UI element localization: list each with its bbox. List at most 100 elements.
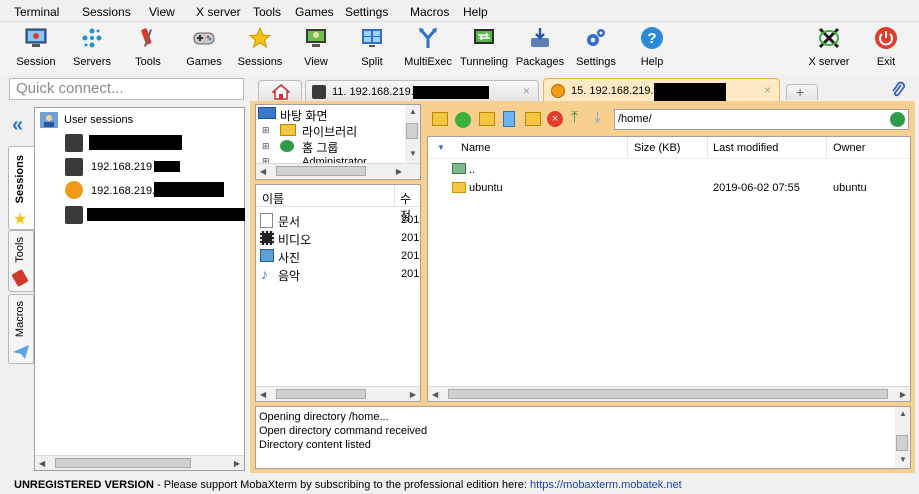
view-button[interactable]: View [302,24,330,72]
remote-list-header: ▼ Name Size (KB) Last modified Owner [428,137,910,159]
log-line: Open directory command received [259,425,428,437]
tunneling-button[interactable]: Tunneling [460,24,508,72]
session-item[interactable] [65,134,185,154]
open-folder-icon[interactable] [525,112,541,126]
sidetab-macros[interactable]: Macros [8,294,34,364]
menu-macros[interactable]: Macros [410,5,449,19]
games-button[interactable]: Games [186,24,222,72]
file-date: 2019 [401,232,420,244]
menu-settings[interactable]: Settings [345,5,388,19]
multiexec-button[interactable]: MultiExec [404,24,452,72]
packages-button[interactable]: Packages [516,24,564,72]
log-panel: Opening directory /home... Open director… [255,406,911,469]
desktop-icon [258,107,276,119]
help-button[interactable]: ? Help [638,24,666,72]
exit-button[interactable]: Exit [872,24,900,72]
list-item[interactable]: 문서 2019 [260,212,420,230]
tab-session-11[interactable]: 11. 192.168.219. × [305,80,539,102]
servers-button[interactable]: Servers [73,24,111,72]
list-item[interactable]: 비디오 2019 [260,230,420,248]
table-row[interactable]: .. [428,161,910,179]
mobaxterm-link[interactable]: https://mobaxterm.mobatek.net [530,479,682,491]
menu-games[interactable]: Games [295,5,334,19]
log-line: Directory content listed [259,439,371,451]
menu-help[interactable]: Help [463,5,488,19]
video-icon [260,231,274,245]
redaction [154,161,180,172]
horizontal-scrollbar[interactable]: ◀ ▶ [428,386,910,401]
file-modified: 2019-06-02 07:55 [713,182,800,194]
session-item[interactable]: 192.168.219. [65,181,235,201]
horizontal-scrollbar[interactable]: ◀ ▶ [256,163,420,178]
tools-icon [11,268,29,288]
sidetab-sessions-label: Sessions [14,155,26,204]
delete-icon[interactable]: × [547,111,563,127]
close-icon[interactable]: × [764,83,771,97]
exit-label: Exit [876,56,896,68]
table-row[interactable]: ubuntu 2019-06-02 07:55 ubuntu [428,179,910,197]
sidetab-macros-label: Macros [14,301,26,338]
session-item[interactable] [65,206,245,226]
local-list-header: 이름 수정 [256,185,420,223]
menu-view[interactable]: View [149,5,175,19]
side-tabs: « Sessions ★ Tools Macros [8,108,35,473]
menu-xserver[interactable]: X server [196,5,241,19]
column-header[interactable]: Last modified [713,142,778,154]
power-icon [875,27,897,49]
close-icon[interactable]: × [523,84,530,98]
redaction [654,83,726,102]
menu-tools[interactable]: Tools [253,5,281,19]
key-icon [65,134,83,152]
expand-icon[interactable]: ⊞ [262,141,270,152]
refresh-icon[interactable] [455,112,471,128]
star-icon [248,26,272,49]
tab-home[interactable] [258,80,302,102]
session-button[interactable]: Session [16,24,56,72]
vertical-scrollbar[interactable]: ▲ ▼ [405,105,420,163]
quick-connect-input[interactable]: Quick connect... [9,78,244,100]
column-header[interactable]: Size (KB) [634,142,680,154]
sidetab-sessions[interactable]: Sessions ★ [8,146,34,230]
paperclip-icon[interactable] [890,81,906,99]
tree-item[interactable]: 바탕 화면 [280,107,328,124]
horizontal-scrollbar[interactable]: ◀ ▶ [256,386,420,401]
parent-folder-icon[interactable] [432,112,448,126]
new-folder-icon[interactable] [479,112,495,126]
horizontal-scrollbar[interactable]: ◀ ▶ [35,455,244,470]
parent-folder-icon [452,163,466,174]
settings-button[interactable]: Settings [576,24,616,72]
menu-terminal[interactable]: Terminal [14,5,59,19]
collapse-icon[interactable]: « [12,114,23,137]
column-header[interactable]: Owner [833,142,865,154]
menu-sessions[interactable]: Sessions [82,5,131,19]
svg-text:?: ? [647,30,656,47]
split-icon [362,29,382,47]
download-icon[interactable]: ⤓ [594,109,601,127]
follow-terminal-icon[interactable] [890,112,905,127]
user-sessions-label: User sessions [64,114,134,126]
list-item[interactable]: ♪ 음악 2019 [260,266,420,284]
new-tab-button[interactable]: + [786,84,818,100]
sidetab-tools[interactable]: Tools [8,230,34,292]
new-file-icon[interactable] [503,111,515,127]
expand-icon[interactable]: ⊞ [262,125,270,136]
vertical-scrollbar[interactable]: ▲ ▼ [895,407,910,468]
sessions-button[interactable]: Sessions [238,24,282,72]
unregistered-label: UNREGISTERED VERSION [14,479,154,491]
split-button[interactable]: Split [358,24,386,72]
upload-icon[interactable]: ⤒ [571,109,578,127]
column-header[interactable]: 이름 [262,190,284,207]
view-icon [306,29,326,47]
send-icon [13,345,29,359]
session-item[interactable]: 192.168.219 [65,158,215,178]
column-header[interactable]: Name [461,142,490,154]
list-item[interactable]: 사진 2019 [260,248,420,266]
xserver-button[interactable]: X server [809,24,849,72]
tree-item[interactable]: 라이브러리 [302,123,357,140]
home-icon [272,84,290,100]
file-name: 음악 [278,269,301,283]
remote-path-input[interactable]: /home/ [614,109,909,130]
tab-session-15[interactable]: 15. 192.168.219. × [543,78,780,102]
tree-item[interactable]: 홈 그룹 [302,139,338,156]
tools-button[interactable]: Tools [134,24,162,72]
